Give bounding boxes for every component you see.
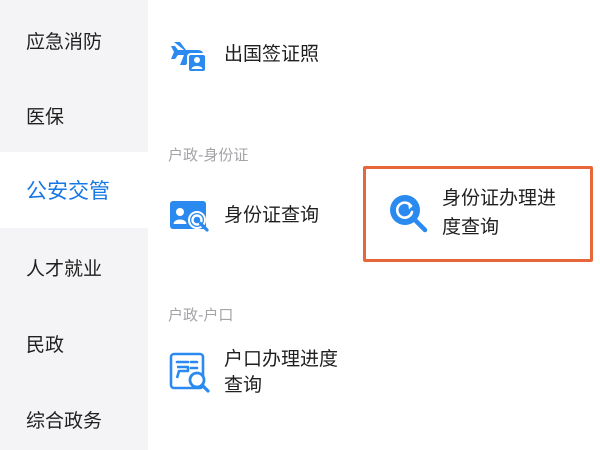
service-passport-visa-photo[interactable]: 出国签证照 [168,32,319,76]
sidebar-item-civil-affairs[interactable]: 民政 [0,305,148,381]
service-label-line2: 查询 [224,374,263,396]
service-id-card-query[interactable]: 身份证查询 [168,193,319,237]
sidebar-item-label: 应急消防 [26,30,103,53]
household-register-search-icon [169,352,210,393]
section-title-household: 户政-户口 [168,306,234,324]
sidebar-item-talent-employment[interactable]: 人才就业 [0,229,148,305]
highlight-outline [363,166,593,262]
sidebar-item-medical-insurance[interactable]: 医保 [0,77,148,153]
sidebar-item-label: 人才就业 [26,257,103,280]
service-household-progress-query[interactable]: 户口办理进度 查询 [168,346,338,398]
sidebar-item-label: 综合政务 [26,409,103,432]
sidebar-item-emergency-fire[interactable]: 应急消防 [0,2,148,78]
section-title-id-card: 户政-身份证 [168,146,249,164]
service-label: 身份证查询 [224,204,320,226]
service-label: 户口办理进度 查询 [224,346,338,398]
service-label: 出国签证照 [224,43,320,65]
sidebar-item-public-security[interactable]: 公安交管 [0,152,148,228]
airplane-person-icon [171,42,207,73]
app-root: 应急消防 医保 公安交管 人才就业 民政 综合政务 出国签证照 户政-身份证 身… [0,0,600,450]
service-label-line1: 户口办理进度 [224,348,339,370]
sidebar-item-label: 医保 [26,105,65,128]
sidebar-item-general-affairs[interactable]: 综合政务 [0,381,148,450]
id-card-search-icon [170,201,209,232]
category-sidebar: 应急消防 医保 公安交管 人才就业 民政 综合政务 [0,0,148,450]
sidebar-item-label: 民政 [26,333,65,356]
sidebar-item-label: 公安交管 [26,179,110,203]
